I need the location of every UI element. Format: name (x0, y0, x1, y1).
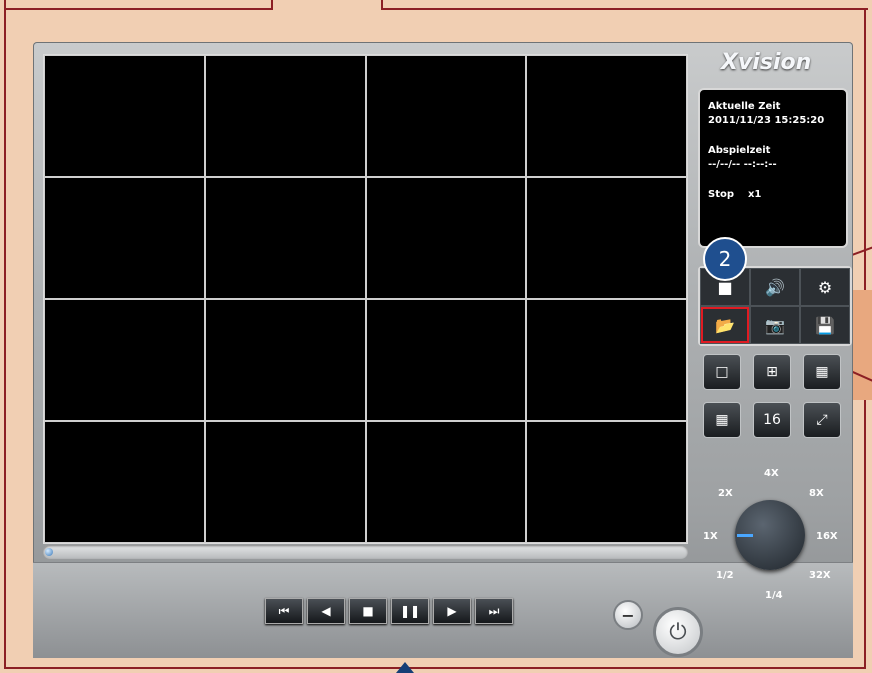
documentation-notch-right (381, 0, 868, 10)
layout-1-button[interactable]: □ (703, 354, 741, 390)
documentation-notch-left (6, 0, 273, 10)
folder-icon[interactable]: 📂 (700, 306, 750, 344)
playback-speed: x1 (747, 189, 762, 200)
video-channel-12[interactable] (526, 299, 687, 421)
brand-logo: Xvision (721, 50, 812, 75)
video-channel-7[interactable] (365, 177, 527, 299)
save-icon[interactable]: 💾 (800, 306, 850, 344)
playback-status: Stop (708, 189, 735, 200)
power-button[interactable]: ⏻ (653, 607, 703, 657)
reverse-button[interactable]: ◀ (307, 598, 345, 624)
layout-9-button[interactable]: ▦ (703, 402, 741, 438)
video-channel-9[interactable] (44, 299, 205, 421)
video-channel-15[interactable] (365, 421, 527, 543)
playback-controls: ⏮ ◀ ■ ❚❚ ▶ ⏭ (265, 598, 513, 624)
speed-label-16x: 16X (816, 531, 838, 542)
video-channel-13[interactable] (44, 421, 205, 543)
video-grid (43, 54, 688, 544)
video-channel-10[interactable] (204, 299, 366, 421)
fullscreen-button[interactable]: ⤢ (803, 402, 841, 438)
play-button[interactable]: ▶ (433, 598, 471, 624)
video-channel-16[interactable] (526, 421, 687, 543)
step-badge: 2 (703, 237, 747, 281)
playback-timeline[interactable] (43, 545, 688, 559)
layout-4-button[interactable]: ⊞ (753, 354, 791, 390)
speed-label-2x: 2X (718, 488, 733, 499)
layout-16-label: 16 (763, 412, 781, 428)
speed-label-8x: 8X (809, 488, 824, 499)
layout-16-button[interactable]: 16 (753, 402, 791, 438)
pause-button[interactable]: ❚❚ (391, 598, 429, 624)
video-channel-6[interactable] (204, 177, 366, 299)
speed-label-32x: 32X (809, 570, 831, 581)
gear-icon[interactable]: ⚙ (800, 268, 850, 306)
play-time-label: Abspielzeit (708, 145, 771, 156)
current-time-value: 2011/11/23 15:25:20 (708, 115, 825, 126)
video-channel-4[interactable] (526, 55, 687, 177)
stop-button[interactable]: ■ (349, 598, 387, 624)
page-arrow (396, 662, 414, 673)
minimize-button[interactable]: − (613, 600, 643, 630)
layout-panel: □ ⊞ ▦ ▦ 16 ⤢ (703, 354, 843, 438)
speed-label-1x: 1X (703, 531, 718, 542)
skip-back-button[interactable]: ⏮ (265, 598, 303, 624)
video-channel-2[interactable] (204, 55, 366, 177)
snapshot-icon[interactable]: 📷 (750, 306, 800, 344)
dvr-player-window: Xvision Aktuelle Zeit 2011/11/23 15:25:2… (33, 42, 853, 658)
timeline-handle[interactable] (45, 548, 53, 556)
speaker-icon[interactable]: 🔊 (750, 268, 800, 306)
video-channel-1[interactable] (44, 55, 205, 177)
video-channel-3[interactable] (365, 55, 527, 177)
skip-forward-button[interactable]: ⏭ (475, 598, 513, 624)
layout-6-button[interactable]: ▦ (803, 354, 841, 390)
video-channel-8[interactable] (526, 177, 687, 299)
play-time-value: --/--/-- --:--:-- (708, 159, 777, 170)
current-time-label: Aktuelle Zeit (708, 101, 781, 112)
speed-label-1-2: 1/2 (716, 570, 734, 581)
video-channel-5[interactable] (44, 177, 205, 299)
playback-info-panel: Aktuelle Zeit 2011/11/23 15:25:20 Abspie… (698, 88, 848, 248)
speed-dial-indicator (737, 534, 753, 537)
speed-dial[interactable]: 4X 2X 8X 1X 16X 1/2 32X 1/4 (693, 462, 853, 612)
speed-label-4x: 4X (764, 468, 779, 479)
video-channel-11[interactable] (365, 299, 527, 421)
video-channel-14[interactable] (204, 421, 366, 543)
speed-label-1-4: 1/4 (765, 590, 783, 601)
